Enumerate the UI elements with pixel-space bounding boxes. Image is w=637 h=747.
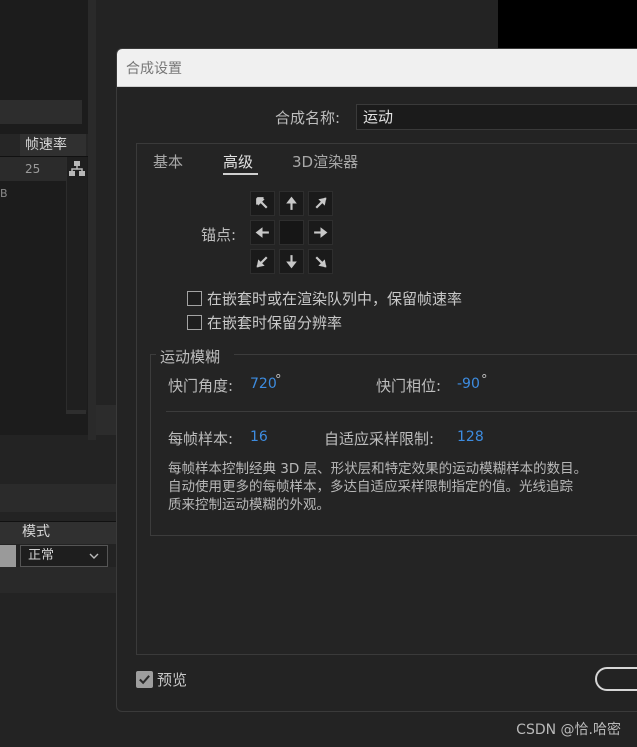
layer-row[interactable] bbox=[0, 567, 116, 593]
samples-per-frame-label: 每帧样本: bbox=[168, 430, 234, 448]
layer-color-swatch[interactable] bbox=[0, 545, 16, 567]
group-border bbox=[234, 354, 637, 355]
composition-viewer bbox=[498, 0, 637, 48]
scrollbar-thumb[interactable] bbox=[66, 410, 86, 414]
active-tab-indicator bbox=[223, 173, 258, 175]
shutter-phase-label: 快门相位: bbox=[376, 377, 442, 395]
group-border bbox=[150, 354, 151, 535]
adaptive-sample-limit-label: 自适应采样限制: bbox=[324, 430, 435, 448]
arrow-down-left-icon[interactable] bbox=[250, 249, 275, 274]
preview-label: 预览 bbox=[157, 671, 188, 689]
arrow-down-right-icon[interactable] bbox=[308, 249, 333, 274]
shutter-angle-label: 快门角度: bbox=[168, 377, 234, 395]
framerate-value: 25 bbox=[25, 162, 41, 176]
arrow-up-icon[interactable] bbox=[279, 191, 304, 216]
panel-divider[interactable] bbox=[88, 0, 96, 440]
flowchart-icon[interactable] bbox=[68, 160, 86, 178]
composition-settings-dialog: 合成设置 合成名称: 运动 基本 高级 3D渲染器 锚点: 在嵌套时或在渲染队列… bbox=[116, 48, 637, 712]
row-text: B bbox=[0, 187, 8, 200]
divider bbox=[166, 411, 637, 412]
arrow-left-icon[interactable] bbox=[250, 220, 275, 245]
chevron-down-icon[interactable] bbox=[88, 545, 104, 567]
search-bar[interactable] bbox=[0, 100, 82, 124]
preserve-framerate-checkbox[interactable] bbox=[187, 291, 202, 306]
description-line: 质来控制运动模糊的外观。 bbox=[168, 497, 330, 513]
motion-blur-group-title: 运动模糊 bbox=[160, 348, 221, 366]
dialog-title: 合成设置 bbox=[126, 61, 182, 77]
column-header-mode[interactable]: 模式 bbox=[22, 521, 50, 543]
arrow-up-right-icon[interactable] bbox=[308, 191, 333, 216]
comp-name-input[interactable]: 运动 bbox=[356, 104, 637, 130]
samples-per-frame-value[interactable]: 16 bbox=[250, 429, 268, 445]
tab-panel bbox=[136, 143, 637, 655]
preview-checkbox[interactable] bbox=[136, 671, 153, 688]
preserve-framerate-label: 在嵌套时或在渲染队列中，保留帧速率 bbox=[207, 290, 463, 308]
arrow-down-icon[interactable] bbox=[279, 249, 304, 274]
group-border bbox=[150, 535, 637, 536]
tab-advanced[interactable]: 高级 bbox=[223, 151, 253, 172]
timeline-column-header bbox=[0, 521, 116, 544]
anchor-center-button[interactable] bbox=[279, 220, 304, 245]
timeline-toolbar bbox=[0, 484, 116, 512]
column-header-framerate[interactable]: 帧速率 bbox=[20, 134, 86, 156]
project-row[interactable]: 25 bbox=[0, 157, 66, 181]
shutter-angle-unit: ° bbox=[275, 373, 282, 388]
dialog-titlebar[interactable]: 合成设置 bbox=[117, 49, 637, 87]
preserve-resolution-label: 在嵌套时保留分辨率 bbox=[207, 314, 343, 332]
project-row[interactable]: B bbox=[0, 182, 66, 206]
watermark: CSDN @恰.哈密 bbox=[516, 722, 621, 738]
arrow-right-icon[interactable] bbox=[308, 220, 333, 245]
anchor-label: 锚点: bbox=[201, 226, 237, 244]
description-line: 自动使用更多的每帧样本，多达自适应采样限制指定的值。光线追踪 bbox=[168, 479, 573, 495]
shutter-angle-value[interactable]: 720 bbox=[250, 376, 277, 392]
preserve-resolution-checkbox[interactable] bbox=[187, 315, 202, 330]
description-line: 每帧样本控制经典 3D 层、形状层和特定效果的运动模糊样本的数目。 bbox=[168, 461, 588, 477]
tab-3d-renderer[interactable]: 3D渲染器 bbox=[292, 151, 358, 172]
shutter-phase-unit: ° bbox=[481, 373, 488, 388]
tab-basic[interactable]: 基本 bbox=[153, 151, 183, 172]
checkmark-icon bbox=[139, 675, 150, 685]
adaptive-sample-limit-value[interactable]: 128 bbox=[457, 429, 484, 445]
arrow-up-left-icon[interactable] bbox=[250, 191, 275, 216]
ok-button[interactable] bbox=[595, 667, 637, 691]
shutter-phase-value[interactable]: -90 bbox=[457, 376, 480, 392]
comp-name-label: 合成名称: bbox=[275, 109, 341, 127]
viewer-toolbar-button[interactable] bbox=[96, 405, 116, 435]
project-scrollbar[interactable] bbox=[66, 157, 87, 412]
motion-blur-description: 每帧样本控制经典 3D 层、形状层和特定效果的运动模糊样本的数目。 自动使用更多… bbox=[168, 460, 637, 514]
